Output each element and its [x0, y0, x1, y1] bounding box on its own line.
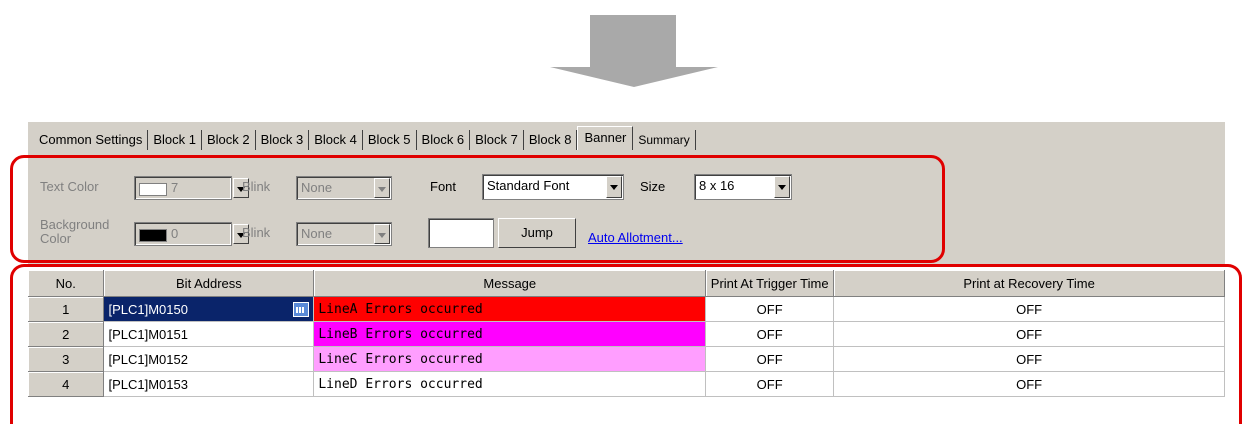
tab-block-8[interactable]: Block 8 — [523, 130, 578, 150]
tab-block-1[interactable]: Block 1 — [148, 130, 202, 150]
tab-block-3[interactable]: Block 3 — [255, 130, 310, 150]
tab-common-settings[interactable]: Common Settings — [34, 130, 149, 150]
tab-block-4[interactable]: Block 4 — [309, 130, 363, 150]
tab-block-7[interactable]: Block 7 — [470, 130, 524, 150]
tab-block-6[interactable]: Block 6 — [416, 130, 471, 150]
tab-block-2[interactable]: Block 2 — [201, 130, 256, 150]
grid-highlight-box — [10, 264, 1242, 424]
tab-banner[interactable]: Banner — [577, 126, 634, 150]
tab-strip: Common Settings Block 1 Block 2 Block 3 … — [28, 122, 1225, 150]
tab-summary[interactable]: Summary — [633, 130, 696, 150]
tab-block-5[interactable]: Block 5 — [362, 130, 417, 150]
settings-highlight-box — [10, 155, 945, 263]
down-arrow-icon — [550, 15, 718, 87]
